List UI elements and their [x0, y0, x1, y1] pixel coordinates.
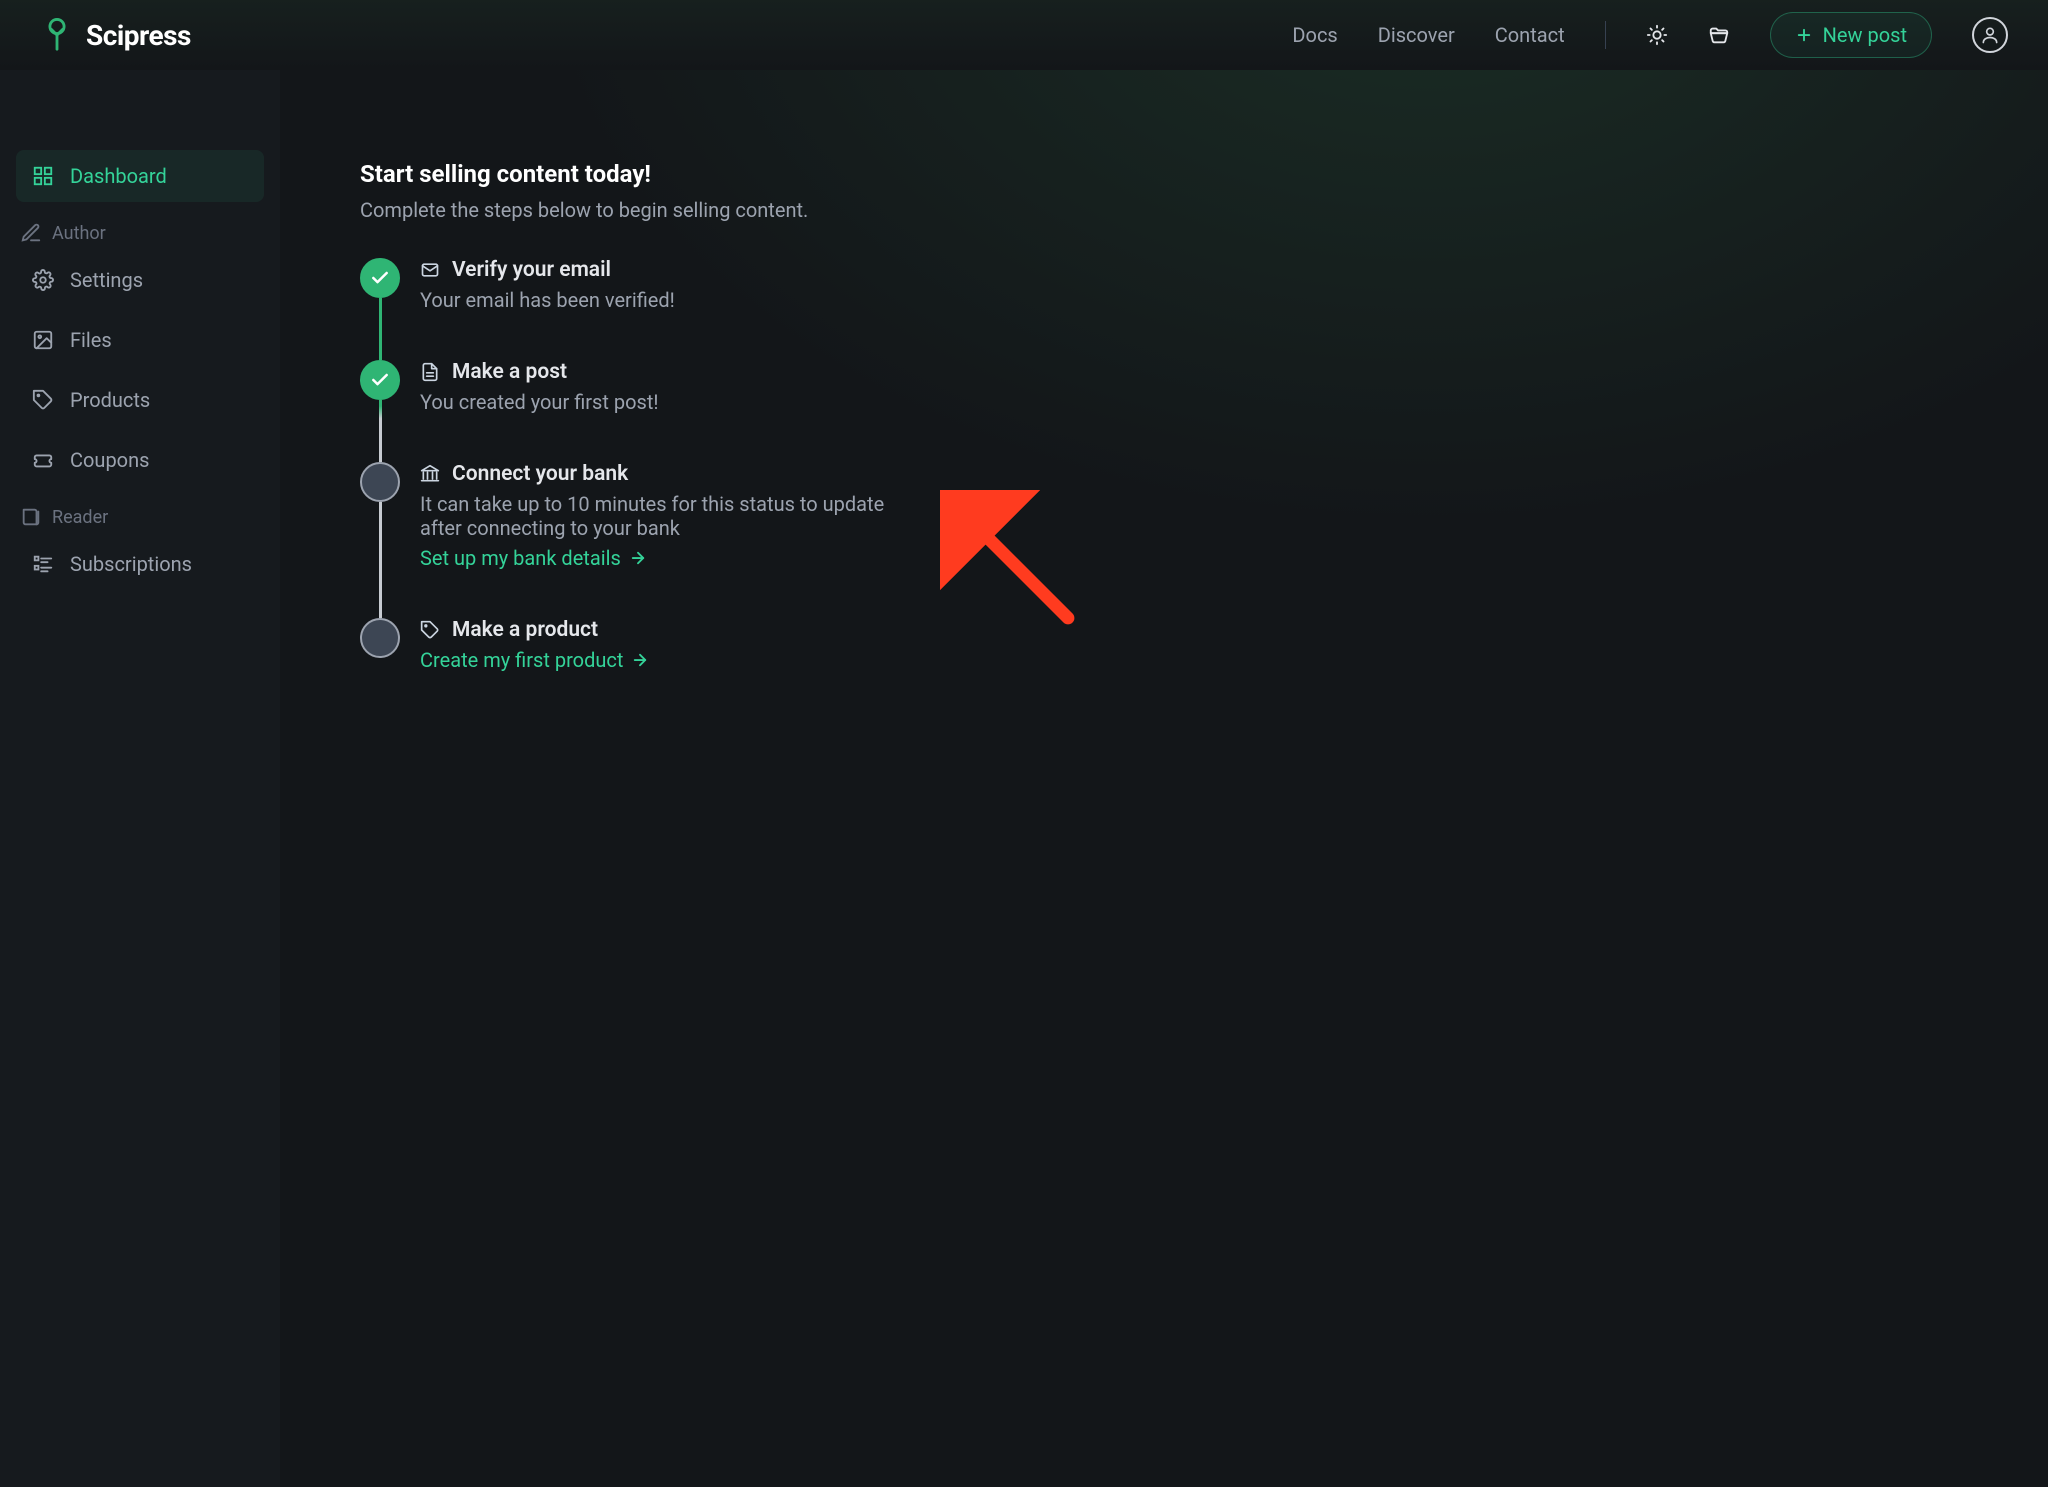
- image-icon: [32, 329, 54, 351]
- setup-bank-link[interactable]: Set up my bank details: [420, 546, 1968, 570]
- step-bullet-pending: [360, 618, 400, 658]
- tree-icon: [40, 18, 74, 52]
- step-desc: You created your first post!: [420, 390, 900, 414]
- sidebar-item-label: Products: [70, 388, 150, 412]
- sidebar-item-coupons[interactable]: Coupons: [16, 434, 264, 486]
- sidebar-item-label: Settings: [70, 268, 143, 292]
- account-menu[interactable]: [1972, 17, 2008, 53]
- step-bullet-pending: [360, 462, 400, 502]
- check-icon: [370, 268, 390, 288]
- sidebar-item-files[interactable]: Files: [16, 314, 264, 366]
- mail-icon: [420, 260, 440, 280]
- tag-icon: [32, 389, 54, 411]
- onboarding-steps: Verify your email Your email has been ve…: [360, 258, 1968, 672]
- sun-icon: [1646, 24, 1668, 46]
- step-connect-bank: Connect your bank It can take up to 10 m…: [360, 462, 1968, 618]
- pencil-icon: [20, 222, 42, 244]
- step-make-post: Make a post You created your first post!: [360, 360, 1968, 462]
- step-make-product: Make a product Create my first product: [360, 618, 1968, 672]
- folder-open-icon: [1708, 24, 1730, 46]
- page-subtitle: Complete the steps below to begin sellin…: [360, 198, 1968, 222]
- create-product-link[interactable]: Create my first product: [420, 648, 1968, 672]
- tag-icon: [420, 620, 440, 640]
- nav-contact[interactable]: Contact: [1495, 23, 1565, 47]
- sidebar-section-reader: Reader: [16, 494, 264, 530]
- document-icon: [420, 362, 440, 382]
- step-connector: [379, 298, 382, 360]
- book-icon: [20, 506, 42, 528]
- sidebar-item-label: Coupons: [70, 448, 149, 472]
- arrow-right-icon: [631, 651, 649, 669]
- sidebar-section-label: Author: [52, 223, 106, 244]
- theme-toggle-button[interactable]: [1646, 24, 1668, 46]
- plus-icon: [1795, 26, 1813, 44]
- divider: [1605, 21, 1606, 49]
- list-icon: [32, 553, 54, 575]
- step-title: Make a product: [452, 618, 598, 642]
- new-post-label: New post: [1823, 23, 1907, 47]
- step-link-label: Set up my bank details: [420, 546, 621, 570]
- new-post-button[interactable]: New post: [1770, 12, 1932, 58]
- sidebar-item-settings[interactable]: Settings: [16, 254, 264, 306]
- step-bullet-done: [360, 360, 400, 400]
- step-connector: [379, 502, 382, 618]
- step-desc: Your email has been verified!: [420, 288, 900, 312]
- sidebar: Dashboard Author Settings Files Products…: [0, 70, 280, 1487]
- step-title: Connect your bank: [452, 462, 628, 486]
- step-title: Make a post: [452, 360, 567, 384]
- step-desc: It can take up to 10 minutes for this st…: [420, 492, 900, 540]
- pointer-arrow-icon: [940, 490, 1100, 650]
- sidebar-item-dashboard[interactable]: Dashboard: [16, 150, 264, 202]
- ticket-icon: [32, 449, 54, 471]
- sidebar-section-author: Author: [16, 210, 264, 246]
- open-folder-button[interactable]: [1708, 24, 1730, 46]
- nav-discover[interactable]: Discover: [1378, 23, 1455, 47]
- brand-logo[interactable]: Scipress: [40, 18, 191, 52]
- step-verify-email: Verify your email Your email has been ve…: [360, 258, 1968, 360]
- nav-docs[interactable]: Docs: [1292, 23, 1337, 47]
- gear-icon: [32, 269, 54, 291]
- bank-icon: [420, 464, 440, 484]
- sidebar-section-label: Reader: [52, 507, 108, 528]
- sidebar-item-label: Files: [70, 328, 112, 352]
- sidebar-item-label: Dashboard: [70, 164, 167, 188]
- sidebar-item-label: Subscriptions: [70, 552, 192, 576]
- page-title: Start selling content today!: [360, 160, 1968, 188]
- annotation-arrow: [940, 490, 1100, 650]
- step-link-label: Create my first product: [420, 648, 623, 672]
- sidebar-item-subscriptions[interactable]: Subscriptions: [16, 538, 264, 590]
- check-icon: [370, 370, 390, 390]
- step-bullet-done: [360, 258, 400, 298]
- sidebar-item-products[interactable]: Products: [16, 374, 264, 426]
- dashboard-icon: [32, 165, 54, 187]
- arrow-right-icon: [629, 549, 647, 567]
- step-connector: [379, 400, 382, 462]
- header: Scipress Docs Discover Contact New post: [0, 0, 2048, 70]
- brand-name: Scipress: [86, 19, 191, 52]
- main-content: Start selling content today! Complete th…: [280, 70, 2048, 1487]
- user-icon: [1980, 25, 2000, 45]
- step-title: Verify your email: [452, 258, 611, 282]
